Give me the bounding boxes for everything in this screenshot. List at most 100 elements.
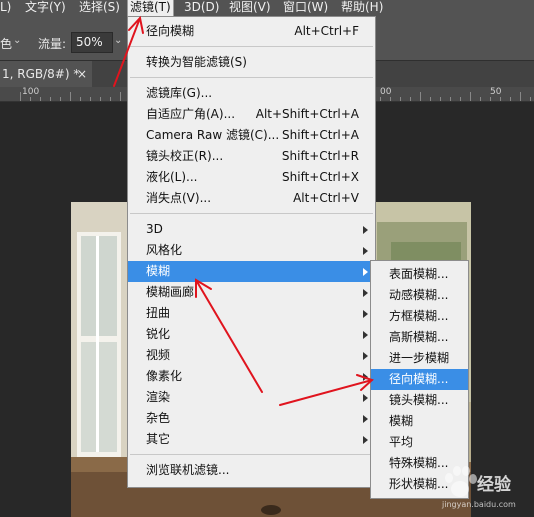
menu-item-shortcut: Shift+Ctrl+X [282,170,359,184]
submenu-arrow-icon [363,267,368,276]
submenu-arrow-icon [363,225,368,234]
menubar-item[interactable]: 3D(D) [184,0,219,16]
menu-item[interactable]: 方框模糊... [371,306,468,327]
submenu-arrow-icon [363,351,368,360]
submenu-arrow-icon [363,288,368,297]
menu-item[interactable]: 镜头校正(R)... Shift+Ctrl+R [128,146,375,167]
menu-item-label: 风格化 [146,243,183,257]
menu-item[interactable]: 渲染 [128,387,375,408]
menu-item-label: 径向模糊 [146,24,195,38]
menu-item[interactable]: 消失点(V)... Alt+Ctrl+V [128,188,375,209]
menu-item[interactable]: 浏览联机滤镜... [128,460,375,481]
submenu-arrow-icon [363,393,368,402]
menu-item[interactable]: 表面模糊... [371,264,468,285]
menu-item[interactable]: 径向模糊... [371,369,468,390]
menu-item[interactable]: 其它 [128,429,375,450]
menubar-item[interactable]: 文字(Y) [25,0,66,16]
menu-item[interactable]: 转换为智能滤镜(S) [128,52,375,73]
menubar-item[interactable]: 滤镜(T) [127,0,174,17]
ruler-tick [500,97,501,101]
menu-item[interactable]: 滤镜库(G)... [128,83,375,104]
submenu-arrow-icon [363,246,368,255]
submenu-arrow-icon [363,330,368,339]
menu-item[interactable]: 视频 [128,345,375,366]
menu-item[interactable]: 模糊 [128,261,375,282]
close-icon[interactable]: × [77,61,87,87]
menu-item-label: 锐化 [146,327,171,341]
menu-item[interactable]: 进一步模糊 [371,348,468,369]
menu-item[interactable]: Camera Raw 滤镜(C)... Shift+Ctrl+A [128,125,375,146]
menu-item[interactable]: 风格化 [128,240,375,261]
menubar-item[interactable]: 选择(S) [79,0,120,16]
ruler-tick [100,97,101,101]
ruler-tick [390,97,391,101]
menubar-item[interactable]: 视图(V) [229,0,271,16]
menubar-item[interactable]: 帮助(H) [341,0,383,16]
document-tab[interactable]: 1, RGB/8#) * × [0,61,92,87]
flow-input[interactable]: 50% [71,32,113,53]
menu-separator [130,213,373,214]
menu-item[interactable]: 高斯模糊... [371,327,468,348]
menubar-item[interactable]: 窗口(W) [283,0,328,16]
watermark-url: jingyan.baidu.com [442,500,516,509]
submenu-arrow-icon [363,414,368,423]
menu-item-label: 像素化 [146,369,183,383]
mode-fragment: 色 [0,37,13,51]
ruler-tick [510,97,511,101]
ruler-tick [20,92,21,101]
ruler-tick [440,97,441,101]
ruler-tick [90,97,91,101]
menu-item[interactable]: 锐化 [128,324,375,345]
menu-item[interactable]: 径向模糊 Alt+Ctrl+F [128,21,375,42]
menu-item[interactable]: 液化(L)... Shift+Ctrl+X [128,167,375,188]
ruler-tick [60,97,61,101]
flow-label: 流量: [38,37,67,51]
ruler-tick [460,97,461,101]
flow-dropdown-icon[interactable]: ⌄ [114,35,122,46]
menu-item-label: 渲染 [146,390,171,404]
menu-item-label: 径向模糊... [389,372,449,386]
menu-item[interactable]: 镜头模糊... [371,390,468,411]
menu-item-label: 模糊 [146,264,171,278]
menu-item-label: 模糊画廊 [146,285,195,299]
menu-item-shortcut: Alt+Ctrl+V [293,191,359,205]
ruler-tick [430,97,431,101]
menu-item-label: 其它 [146,432,171,446]
menu-item[interactable]: 扭曲 [128,303,375,324]
menu-item-shortcut: Alt+Ctrl+F [294,24,359,38]
mode-dropdown-icon[interactable]: ⌄ [13,35,21,46]
menu-item-label: 消失点(V)... [146,191,212,205]
submenu-arrow-icon [363,435,368,444]
menu-item-label: 液化(L)... [146,170,198,184]
menu-item-label: 镜头校正(R)... [146,149,224,163]
ruler-label: 00 [380,87,392,97]
ruler-tick [520,92,521,101]
flow-value: 50% [76,35,103,49]
menubar-item[interactable]: L) [0,0,11,16]
ruler-tick [530,97,531,101]
ruler-tick [490,97,491,101]
ruler-tick [50,97,51,101]
menu-item-shortcut: Alt+Shift+Ctrl+A [255,107,359,121]
ruler-tick [450,97,451,101]
ruler-tick [70,92,71,101]
submenu-arrow-icon [363,372,368,381]
menu-item[interactable]: 杂色 [128,408,375,429]
menu-item[interactable]: 平均 [371,432,468,453]
submenu-arrow-icon [363,309,368,318]
menu-bar: L) 文字(Y) 选择(S) 滤镜(T) 3D(D) 视图(V) 窗口(W) 帮助(H) [0,0,534,17]
menu-item[interactable]: 像素化 [128,366,375,387]
paw-logo-icon [445,466,477,497]
menu-item[interactable]: 自适应广角(A)... Alt+Shift+Ctrl+A [128,104,375,125]
menu-item[interactable]: 动感模糊... [371,285,468,306]
ruler-label: 50 [490,87,502,97]
menu-item-label: 动感模糊... [389,288,449,302]
menu-item-label: 扭曲 [146,306,171,320]
menu-item[interactable]: 模糊画廊 [128,282,375,303]
menu-item-label: Camera Raw 滤镜(C)... [146,128,280,142]
menu-item[interactable]: 3D [128,219,375,240]
menu-separator [130,454,373,455]
menu-item[interactable]: 模糊 [371,411,468,432]
ruler-tick [400,97,401,101]
menu-item-shortcut: Shift+Ctrl+A [282,128,359,142]
